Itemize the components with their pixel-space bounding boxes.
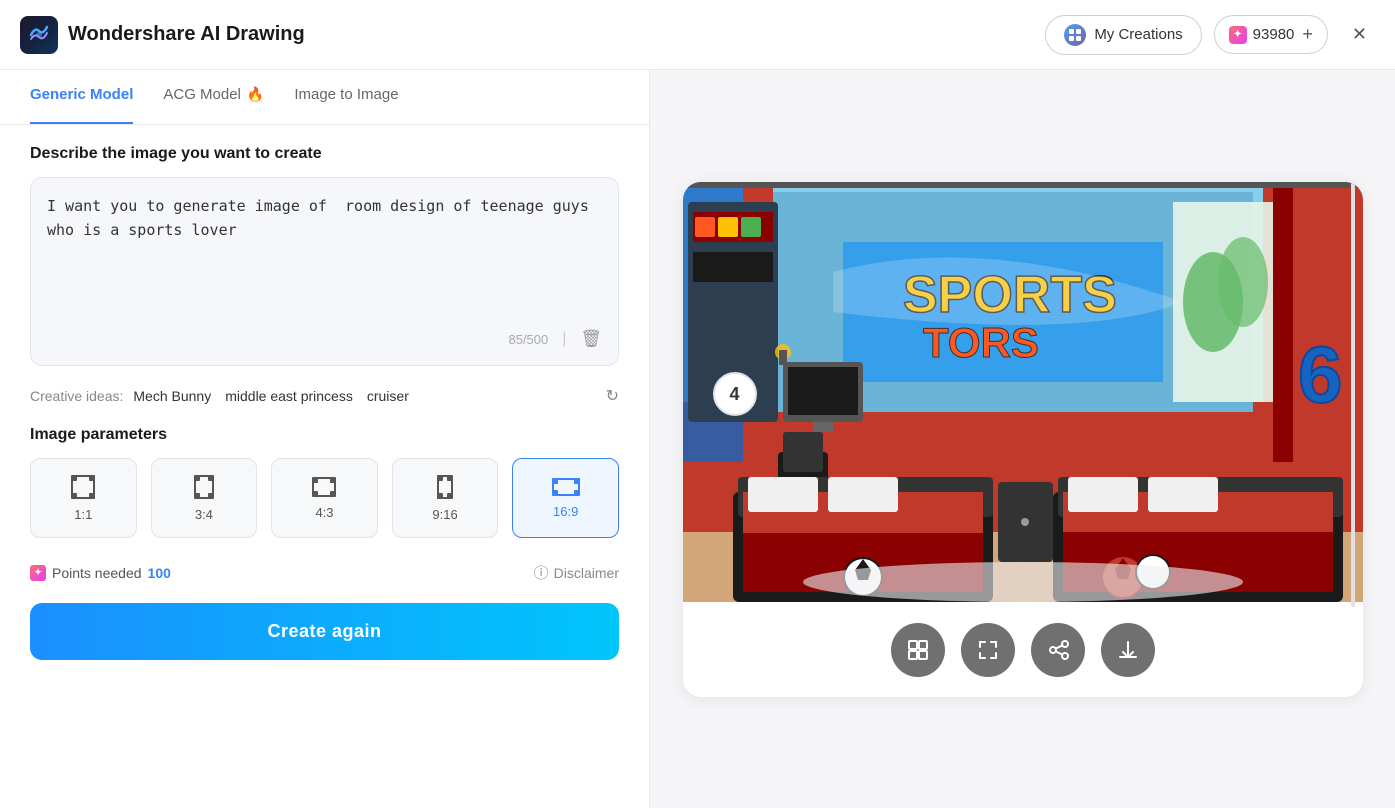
- svg-text:TORS: TORS: [923, 319, 1039, 366]
- clear-prompt-button[interactable]: 🗑: [580, 329, 602, 349]
- ratio-3-4-label: 3:4: [195, 507, 213, 522]
- model-tabs: Generic Model ACG Model 🔥 Image to Image: [0, 70, 649, 125]
- creative-idea-3[interactable]: cruiser: [363, 386, 413, 406]
- add-icon[interactable]: +: [1302, 24, 1313, 45]
- left-panel: Generic Model ACG Model 🔥 Image to Image…: [0, 70, 650, 808]
- creative-ideas-row: Creative ideas: Mech Bunny middle east p…: [0, 376, 649, 416]
- prompt-section-label: Describe the image you want to create: [30, 145, 619, 163]
- header-actions: My Creations ✦ 93980 + ✕: [1045, 15, 1375, 55]
- create-again-button[interactable]: Create again: [30, 603, 619, 660]
- ratio-1-1-label: 1:1: [74, 507, 92, 522]
- ratio-16-9[interactable]: 16:9: [512, 458, 619, 538]
- prompt-box: I want you to generate image of room des…: [30, 177, 619, 366]
- creative-idea-1[interactable]: Mech Bunny: [129, 386, 215, 406]
- image-index-badge: 4: [713, 372, 757, 416]
- fullscreen-button[interactable]: [961, 623, 1015, 677]
- app-logo: Wondershare AI Drawing: [20, 16, 305, 54]
- prompt-textarea[interactable]: I want you to generate image of room des…: [47, 194, 602, 314]
- disclaimer-label: Disclaimer: [554, 565, 619, 581]
- aspect-ratio-grid: 1:1 3:4: [30, 458, 619, 538]
- ratio-9-16-label: 9:16: [432, 507, 457, 522]
- ratio-3-4-icon: [194, 475, 214, 499]
- my-creations-icon: [1064, 24, 1086, 46]
- char-count: 85/500: [508, 332, 548, 347]
- image-params-label: Image parameters: [30, 426, 619, 444]
- generated-image: SPORTS TORS: [683, 182, 1363, 602]
- share-button[interactable]: [1031, 623, 1085, 677]
- create-button-container: Create again: [0, 593, 649, 670]
- points-needed-label: Points needed: [52, 565, 142, 581]
- ratio-4-3-label: 4:3: [315, 505, 333, 520]
- image-params-section: Image parameters 1:1: [0, 416, 649, 548]
- points-button[interactable]: ✦ 93980 +: [1214, 15, 1328, 54]
- close-button[interactable]: ✕: [1344, 20, 1375, 49]
- points-value: 100: [148, 565, 171, 581]
- image-container: SPORTS TORS: [683, 182, 1363, 607]
- download-button[interactable]: [1101, 623, 1155, 677]
- my-creations-button[interactable]: My Creations: [1045, 15, 1201, 55]
- ratio-9-16-icon: [437, 475, 453, 499]
- ratio-16-9-icon: [552, 478, 580, 496]
- points-value: 93980: [1253, 26, 1295, 43]
- app-title: Wondershare AI Drawing: [68, 23, 305, 46]
- creative-idea-2[interactable]: middle east princess: [221, 386, 357, 406]
- refresh-ideas-button[interactable]: ↻: [606, 386, 619, 406]
- prompt-footer: 85/500 | 🗑: [47, 329, 602, 349]
- regenerate-button[interactable]: [891, 623, 945, 677]
- disclaimer-icon: ⓘ: [534, 562, 549, 583]
- image-scrollbar[interactable]: [1351, 182, 1355, 607]
- tab-img2img-label: Image to Image: [294, 86, 398, 103]
- svg-text:6: 6: [1298, 330, 1343, 419]
- points-row: ✦ Points needed 100 ⓘ Disclaimer: [0, 548, 649, 593]
- ratio-3-4[interactable]: 3:4: [151, 458, 258, 538]
- main-content: Generic Model ACG Model 🔥 Image to Image…: [0, 70, 1395, 808]
- tab-acg-label: ACG Model: [163, 86, 241, 103]
- tab-generic-label: Generic Model: [30, 86, 133, 103]
- ratio-1-1-icon: [71, 475, 95, 499]
- my-creations-label: My Creations: [1094, 26, 1182, 43]
- tab-acg-model[interactable]: ACG Model 🔥: [163, 70, 264, 124]
- image-card: SPORTS TORS: [683, 182, 1363, 697]
- ratio-9-16[interactable]: 9:16: [392, 458, 499, 538]
- ratio-16-9-label: 16:9: [553, 504, 578, 519]
- fire-icon: 🔥: [247, 86, 264, 103]
- creative-ideas-label: Creative ideas:: [30, 388, 123, 404]
- tab-generic-model[interactable]: Generic Model: [30, 70, 133, 124]
- ratio-1-1[interactable]: 1:1: [30, 458, 137, 538]
- char-divider: |: [562, 330, 566, 348]
- right-panel: SPORTS TORS: [650, 70, 1395, 808]
- app-logo-icon: [20, 16, 58, 54]
- tab-image-to-image[interactable]: Image to Image: [294, 70, 398, 124]
- ratio-4-3-icon: [312, 477, 336, 497]
- app-header: Wondershare AI Drawing My Creations ✦ 93…: [0, 0, 1395, 70]
- points-mini-icon: ✦: [30, 565, 46, 581]
- ratio-4-3[interactable]: 4:3: [271, 458, 378, 538]
- points-needed: ✦ Points needed 100: [30, 565, 171, 581]
- points-icon: ✦: [1229, 26, 1247, 44]
- image-action-buttons: [891, 623, 1155, 677]
- disclaimer-button[interactable]: ⓘ Disclaimer: [534, 562, 619, 583]
- prompt-section: Describe the image you want to create I …: [0, 125, 649, 376]
